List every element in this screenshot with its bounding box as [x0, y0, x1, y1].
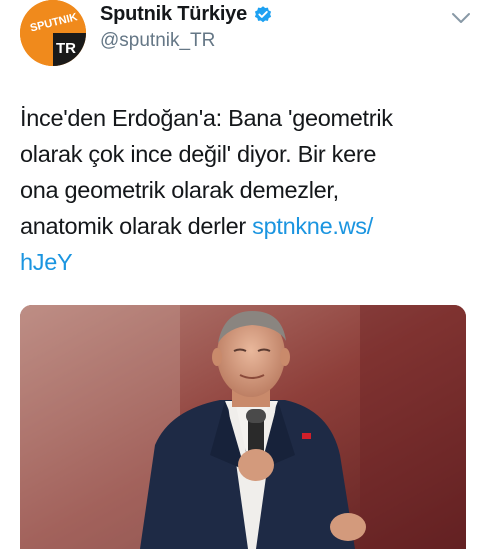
tweet-line: anatomik olarak derler — [20, 213, 253, 239]
tweet-link-continued[interactable]: hJeY — [20, 249, 73, 275]
author-name-row: Sputnik Türkiye — [100, 3, 273, 26]
display-name[interactable]: Sputnik Türkiye — [100, 3, 247, 26]
tweet-card: SPUTNIK TR Sputnik Türkiye @sputnik_TR İ… — [0, 0, 488, 549]
verified-badge-icon — [254, 5, 272, 22]
chevron-down-icon[interactable] — [450, 10, 472, 26]
tweet-line-with-link: anatomik olarak derler sptnkne.ws/ — [20, 208, 470, 244]
tweet-link[interactable]: sptnkne.ws/ — [252, 213, 373, 239]
tweet-line: ona geometrik olarak demezler, — [20, 177, 339, 203]
avatar-badge-text: TR — [56, 40, 76, 57]
tweet-photo[interactable] — [20, 305, 466, 549]
handle[interactable]: @sputnik_TR — [100, 30, 215, 52]
tweet-line: İnce'den Erdoğan'a: Bana 'geometrik — [20, 105, 393, 131]
tweet-text: İnce'den Erdoğan'a: Bana 'geometrik olar… — [20, 100, 470, 280]
sputnik-logo-icon: SPUTNIK TR — [20, 0, 86, 66]
tweet-line: olarak çok ince değil' diyor. Bir kere — [20, 141, 377, 167]
photo-icon — [20, 305, 466, 549]
avatar[interactable]: SPUTNIK TR — [20, 0, 86, 66]
